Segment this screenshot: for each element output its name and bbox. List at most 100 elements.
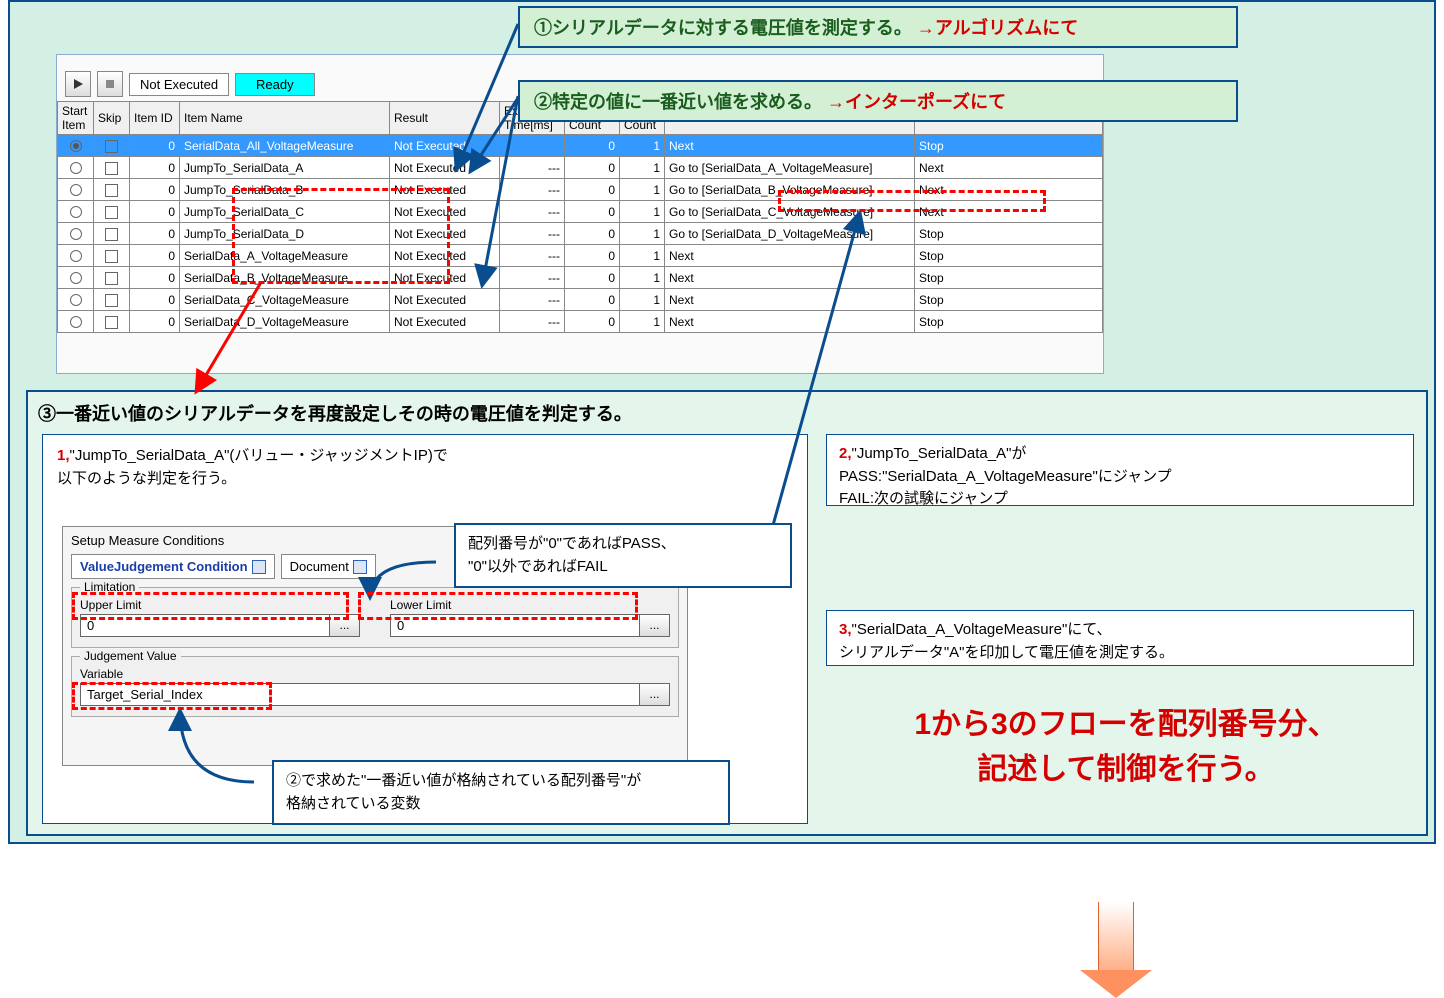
step-1-text: 1,"JumpTo_SerialData_A"(バリュー・ジャッジメントIP)で… — [57, 445, 793, 490]
loop-count-cell: 1 — [620, 245, 665, 267]
table-row[interactable]: 0JumpTo_SerialData_CNot Executed---01Go … — [58, 201, 1103, 223]
tab-document[interactable]: Document — [281, 554, 376, 579]
item-name-cell: SerialData_B_VoltageMeasure — [180, 267, 390, 289]
status-ready: Ready — [235, 73, 315, 96]
result-cell: Not Executed — [390, 157, 500, 179]
start-item-radio[interactable] — [58, 135, 94, 157]
section-3-text: 一番近い値のシリアルデータを再度設定しその時の電圧値を判定する。 — [56, 404, 632, 424]
step-2-a: "JumpTo_SerialData_A"が — [852, 445, 1027, 462]
test-grid[interactable]: StartItem Skip Item ID Item Name Result … — [57, 101, 1103, 333]
upper-limit-group: Upper Limit ... — [80, 598, 360, 637]
col-item-id[interactable]: Item ID — [130, 102, 180, 135]
skip-checkbox[interactable] — [94, 245, 130, 267]
branch-1-cell: Go to [SerialData_C_VoltageMeasure] — [665, 201, 915, 223]
popup-pass-fail: 配列番号が"0"であればPASS、 "0"以外であればFAIL — [454, 523, 792, 588]
exec-time-cell: --- — [500, 201, 565, 223]
branch-1-cell: Next — [665, 135, 915, 157]
exec-time-cell: --- — [500, 179, 565, 201]
skip-checkbox[interactable] — [94, 267, 130, 289]
loop-count-cell: 1 — [620, 311, 665, 333]
result-cell: Not Executed — [390, 267, 500, 289]
variable-input[interactable] — [80, 683, 640, 706]
popup-var-b: 格納されている変数 — [286, 795, 421, 812]
stop-button[interactable] — [97, 71, 123, 97]
popout-icon[interactable] — [353, 560, 367, 574]
exec-count-cell: 0 — [565, 267, 620, 289]
judgement-value-legend: Judgement Value — [80, 649, 181, 663]
col-skip[interactable]: Skip — [94, 102, 130, 135]
table-row[interactable]: 0SerialData_C_VoltageMeasureNot Executed… — [58, 289, 1103, 311]
result-cell: Not Executed — [390, 289, 500, 311]
step-2-num: 2, — [839, 445, 852, 462]
lower-limit-input[interactable] — [390, 614, 640, 637]
item-id-cell: 0 — [130, 157, 180, 179]
skip-checkbox[interactable] — [94, 311, 130, 333]
item-id-cell: 0 — [130, 245, 180, 267]
start-item-radio[interactable] — [58, 267, 94, 289]
callout-1-red: アルゴリズムにて — [935, 18, 1078, 38]
variable-browse[interactable]: ... — [640, 683, 670, 706]
branch-1-cell: Go to [SerialData_D_VoltageMeasure] — [665, 223, 915, 245]
lower-limit-browse[interactable]: ... — [640, 614, 670, 637]
callout-2-num: ② — [534, 92, 552, 112]
callout-2-red: インターポーズにて — [845, 92, 1006, 112]
summary-text: 1から3のフローを配列番号分、 記述して制御を行う。 — [836, 702, 1416, 792]
tab-value-judgement[interactable]: ValueJudgement Condition — [71, 554, 275, 579]
branch-1-cell: Next — [665, 289, 915, 311]
table-row[interactable]: 0SerialData_All_VoltageMeasureNot Execut… — [58, 135, 1103, 157]
exec-time-cell: --- — [500, 289, 565, 311]
skip-checkbox[interactable] — [94, 289, 130, 311]
table-row[interactable]: 0JumpTo_SerialData_BNot Executed---01Go … — [58, 179, 1103, 201]
branch-2-cell: Stop — [915, 289, 1103, 311]
start-item-radio[interactable] — [58, 223, 94, 245]
start-item-radio[interactable] — [58, 311, 94, 333]
play-button[interactable] — [65, 71, 91, 97]
play-icon — [72, 78, 84, 90]
col-item-name[interactable]: Item Name — [180, 102, 390, 135]
upper-limit-browse[interactable]: ... — [330, 614, 360, 637]
step-1-line-b: 以下のような判定を行う。 — [57, 470, 236, 487]
skip-checkbox[interactable] — [94, 179, 130, 201]
variable-label: Variable — [80, 667, 123, 681]
table-row[interactable]: 0 SerialData_B_VoltageMeasureNot Executed… — [58, 267, 1103, 289]
item-id-cell: 0 — [130, 201, 180, 223]
main-container: ①シリアルデータに対する電圧値を測定する。 →アルゴリズムにて ②特定の値に一番… — [8, 0, 1436, 844]
step-1-num: 1, — [57, 447, 70, 464]
exec-count-cell: 0 — [565, 179, 620, 201]
table-row[interactable]: 0JumpTo_SerialData_ANot Executed---01Go … — [58, 157, 1103, 179]
callout-1: ①シリアルデータに対する電圧値を測定する。 →アルゴリズムにて — [518, 6, 1238, 48]
step-3-a: "SerialData_A_VoltageMeasure"にて、 — [852, 621, 1112, 638]
table-row[interactable]: 0SerialData_A_VoltageMeasureNot Executed… — [58, 245, 1103, 267]
step-3-panel: 3,"SerialData_A_VoltageMeasure"にて、 シリアルデ… — [826, 610, 1414, 666]
skip-checkbox[interactable] — [94, 157, 130, 179]
table-row[interactable]: 0SerialData_D_VoltageMeasureNot Executed… — [58, 311, 1103, 333]
start-item-radio[interactable] — [58, 201, 94, 223]
upper-limit-input[interactable] — [80, 614, 330, 637]
status-not-executed: Not Executed — [129, 73, 229, 96]
popout-icon[interactable] — [252, 560, 266, 574]
lower-limit-label: Lower Limit — [390, 598, 451, 612]
skip-checkbox[interactable] — [94, 201, 130, 223]
col-result[interactable]: Result — [390, 102, 500, 135]
branch-1-cell: Go to [SerialData_A_VoltageMeasure] — [665, 157, 915, 179]
start-item-radio[interactable] — [58, 157, 94, 179]
exec-count-cell: 0 — [565, 311, 620, 333]
exec-count-cell: 0 — [565, 201, 620, 223]
item-name-cell: SerialData_A_VoltageMeasure — [180, 245, 390, 267]
start-item-radio[interactable] — [58, 245, 94, 267]
section-3-title: ③一番近い値のシリアルデータを再度設定しその時の電圧値を判定する。 — [38, 400, 632, 426]
skip-checkbox[interactable] — [94, 223, 130, 245]
start-item-radio[interactable] — [58, 289, 94, 311]
limitation-row: Upper Limit ... Lower Limit ... — [80, 598, 670, 637]
item-name-cell: JumpTo_SerialData_C — [180, 201, 390, 223]
branch-2-cell: Stop — [915, 245, 1103, 267]
start-item-radio[interactable] — [58, 179, 94, 201]
skip-checkbox[interactable] — [94, 135, 130, 157]
result-cell: Not Executed — [390, 245, 500, 267]
table-row[interactable]: 0JumpTo_SerialData_DNot Executed---01Go … — [58, 223, 1103, 245]
popup-var-a: ②で求めた"一番近い値が格納されている配列番号"が — [286, 772, 641, 789]
popup-variable: ②で求めた"一番近い値が格納されている配列番号"が 格納されている変数 — [272, 760, 730, 825]
col-start-item[interactable]: StartItem — [58, 102, 94, 135]
loop-count-cell: 1 — [620, 179, 665, 201]
down-arrow-icon — [1098, 902, 1134, 970]
